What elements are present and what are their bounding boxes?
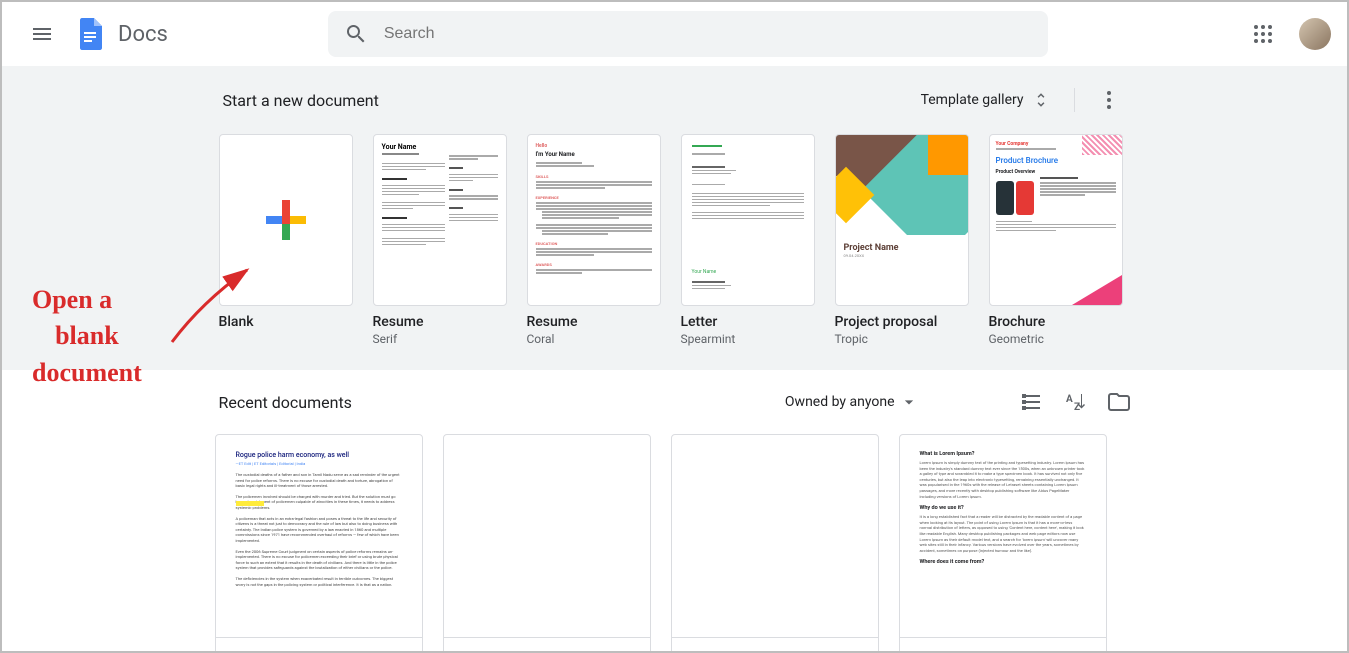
account-avatar[interactable]: [1299, 18, 1331, 50]
list-view-button[interactable]: [1019, 390, 1043, 414]
more-vert-icon: [1097, 88, 1121, 112]
unfold-icon: [1032, 91, 1050, 109]
owner-filter-label: Owned by anyone: [785, 394, 895, 410]
gallery-label: Template gallery: [921, 92, 1024, 108]
docs-icon: [72, 16, 108, 52]
recent-heading: Recent documents: [219, 393, 352, 412]
folder-icon: [1107, 390, 1131, 414]
doc-title: Rogue police harm economy, as well: [236, 451, 402, 459]
folder-button[interactable]: [1107, 390, 1131, 414]
template-gallery-button[interactable]: Template gallery: [913, 87, 1058, 113]
thumb-text: Product Overview: [996, 169, 1116, 175]
template-name: Resume: [527, 314, 661, 330]
docs-logo[interactable]: [70, 14, 110, 54]
google-apps-button[interactable]: [1243, 14, 1283, 54]
recent-doc-4[interactable]: What is Lorem Ipsum? Lorem Ipsum is simp…: [899, 434, 1107, 653]
template-letter-spearmint[interactable]: Your Name Letter Spearmint: [681, 134, 815, 346]
search-icon: [344, 22, 368, 46]
recent-doc-2[interactable]: 2: [443, 434, 651, 653]
template-sub: Serif: [373, 332, 507, 346]
doc-heading: What is Lorem Ipsum?: [920, 451, 1086, 457]
template-section: Start a new document Template gallery: [2, 66, 1347, 370]
more-options-button[interactable]: [1091, 82, 1127, 118]
template-name: Letter: [681, 314, 815, 330]
template-brochure[interactable]: Your Company Product Brochure Product Ov…: [989, 134, 1123, 346]
doc-heading: Why do we use it?: [920, 505, 1086, 511]
recent-doc-label: 1: [215, 638, 423, 653]
list-icon: [1019, 390, 1043, 414]
svg-text:Z: Z: [1074, 402, 1080, 413]
recent-doc-1[interactable]: Rogue police harm economy, as well —ET E…: [215, 434, 423, 653]
recent-doc-label: 2: [443, 638, 651, 653]
doc-para: Lorem Ipsum is simply dummy text of the …: [920, 460, 1086, 499]
doc-heading: Where does it come from?: [920, 559, 1086, 565]
sort-button[interactable]: AZ: [1063, 390, 1087, 414]
thumb-text: Product Brochure: [996, 156, 1116, 165]
recent-doc-label: 4: [899, 638, 1107, 653]
template-name: Brochure: [989, 314, 1123, 330]
apps-grid-icon: [1251, 22, 1275, 46]
recent-section: Recent documents Owned by anyone AZ: [2, 370, 1347, 653]
dropdown-icon: [899, 392, 919, 412]
template-sub: Geometric: [989, 332, 1123, 346]
template-blank[interactable]: Blank: [219, 134, 353, 346]
template-sub: Tropic: [835, 332, 969, 346]
template-sub: Coral: [527, 332, 661, 346]
divider: [1074, 88, 1075, 112]
template-name: Resume: [373, 314, 507, 330]
template-resume-coral[interactable]: Hello I'm Your Name SKILLS EXPERIENCE E: [527, 134, 661, 346]
template-name: Blank: [219, 314, 353, 330]
sort-az-icon: AZ: [1063, 390, 1087, 414]
template-project-proposal[interactable]: Project Name 09.04.20XX Project proposal…: [835, 134, 969, 346]
search-input[interactable]: [384, 25, 1032, 43]
template-sub: Spearmint: [681, 332, 815, 346]
app-title: Docs: [118, 22, 168, 47]
hamburger-icon: [30, 22, 54, 46]
thumb-text: 09.04.20XX: [844, 253, 960, 258]
recent-doc-label: 3: [671, 638, 879, 653]
owner-filter-dropdown[interactable]: Owned by anyone: [785, 392, 919, 412]
main-menu-button[interactable]: [18, 10, 66, 58]
search-bar[interactable]: [328, 11, 1048, 57]
recent-doc-3[interactable]: 3: [671, 434, 879, 653]
template-resume-serif[interactable]: Your Name: [373, 134, 507, 346]
template-name: Project proposal: [835, 314, 969, 330]
thumb-text: Your Name: [382, 143, 445, 151]
thumb-text: Project Name: [844, 243, 960, 253]
plus-icon: [262, 196, 310, 244]
doc-para: It is a long established fact that a rea…: [920, 514, 1086, 553]
app-header: Docs: [2, 2, 1347, 66]
svg-text:A: A: [1066, 394, 1073, 405]
template-heading: Start a new document: [223, 91, 379, 110]
